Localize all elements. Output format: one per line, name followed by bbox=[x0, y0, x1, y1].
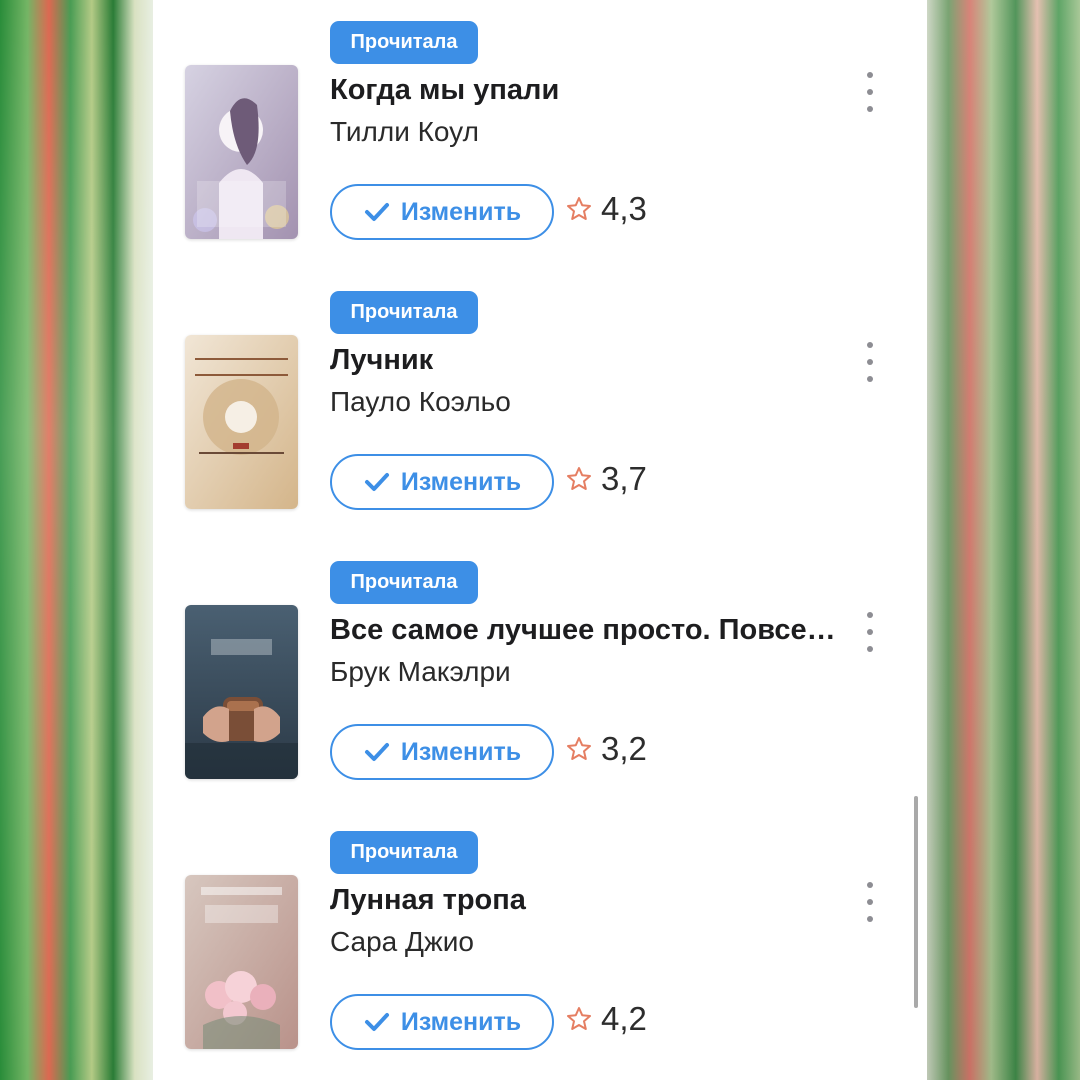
more-options-icon[interactable] bbox=[857, 342, 883, 382]
edit-button-label: Изменить bbox=[400, 197, 522, 226]
edit-button[interactable]: Изменить bbox=[330, 184, 554, 240]
book-rating: 3,7 bbox=[566, 460, 647, 498]
book-author: Сара Джио bbox=[330, 926, 474, 957]
check-icon bbox=[364, 203, 389, 221]
book-cover-image[interactable] bbox=[185, 65, 298, 239]
status-badge[interactable]: Прочитала bbox=[330, 831, 478, 874]
edit-button-label: Изменить bbox=[400, 737, 522, 766]
background-right-blur bbox=[927, 0, 1080, 1080]
status-badge[interactable]: Прочитала bbox=[330, 561, 478, 604]
edit-button[interactable]: Изменить bbox=[330, 724, 554, 780]
book-rating: 3,2 bbox=[566, 730, 647, 768]
edit-button[interactable]: Изменить bbox=[330, 454, 554, 510]
book-author: Брук Макэлри bbox=[330, 656, 511, 687]
book-rating: 4,3 bbox=[566, 190, 647, 228]
book-cover-image[interactable] bbox=[185, 605, 298, 779]
book-card: Прочитала Лунная тропа Сара Джио Изменит… bbox=[153, 810, 927, 1080]
rating-value: 4,3 bbox=[601, 190, 647, 227]
book-cover-image[interactable] bbox=[185, 335, 298, 509]
edit-button-label: Изменить bbox=[400, 467, 522, 496]
star-icon bbox=[567, 467, 591, 490]
check-icon bbox=[364, 1013, 389, 1031]
cover-art-icon bbox=[185, 605, 298, 779]
book-title[interactable]: Лунная тропа bbox=[330, 884, 840, 917]
book-card: Прочитала Когда мы упали Тилли Коул Изме… bbox=[153, 0, 927, 270]
book-title[interactable]: Все самое лучшее просто. Повсед… bbox=[330, 614, 840, 647]
book-list-panel: Прочитала Когда мы упали Тилли Коул Изме… bbox=[153, 0, 927, 1080]
book-card: Прочитала Все самое лучшее просто. Повсе… bbox=[153, 540, 927, 810]
edit-button[interactable]: Изменить bbox=[330, 994, 554, 1050]
book-author: Пауло Коэльо bbox=[330, 386, 511, 417]
cover-art-icon bbox=[185, 335, 298, 509]
status-badge[interactable]: Прочитала bbox=[330, 291, 478, 334]
book-card: Прочитала Лучник Пауло Коэльо Изменить 3… bbox=[153, 270, 927, 540]
rating-value: 3,2 bbox=[601, 730, 647, 767]
book-title[interactable]: Когда мы упали bbox=[330, 74, 840, 107]
scrollbar[interactable] bbox=[914, 796, 918, 1008]
more-options-icon[interactable] bbox=[857, 882, 883, 922]
star-icon bbox=[567, 197, 591, 220]
rating-value: 3,7 bbox=[601, 460, 647, 497]
more-options-icon[interactable] bbox=[857, 612, 883, 652]
cover-art-icon bbox=[185, 65, 298, 239]
more-options-icon[interactable] bbox=[857, 72, 883, 112]
star-icon bbox=[567, 737, 591, 760]
book-author: Тилли Коул bbox=[330, 116, 479, 147]
status-badge[interactable]: Прочитала bbox=[330, 21, 478, 64]
book-cover-image[interactable] bbox=[185, 875, 298, 1049]
cover-art-icon bbox=[185, 875, 298, 1049]
book-title[interactable]: Лучник bbox=[330, 344, 840, 377]
check-icon bbox=[364, 473, 389, 491]
book-rating: 4,2 bbox=[566, 1000, 647, 1038]
rating-value: 4,2 bbox=[601, 1000, 647, 1037]
edit-button-label: Изменить bbox=[400, 1007, 522, 1036]
background-left-blur bbox=[0, 0, 153, 1080]
star-icon bbox=[567, 1007, 591, 1030]
check-icon bbox=[364, 743, 389, 761]
